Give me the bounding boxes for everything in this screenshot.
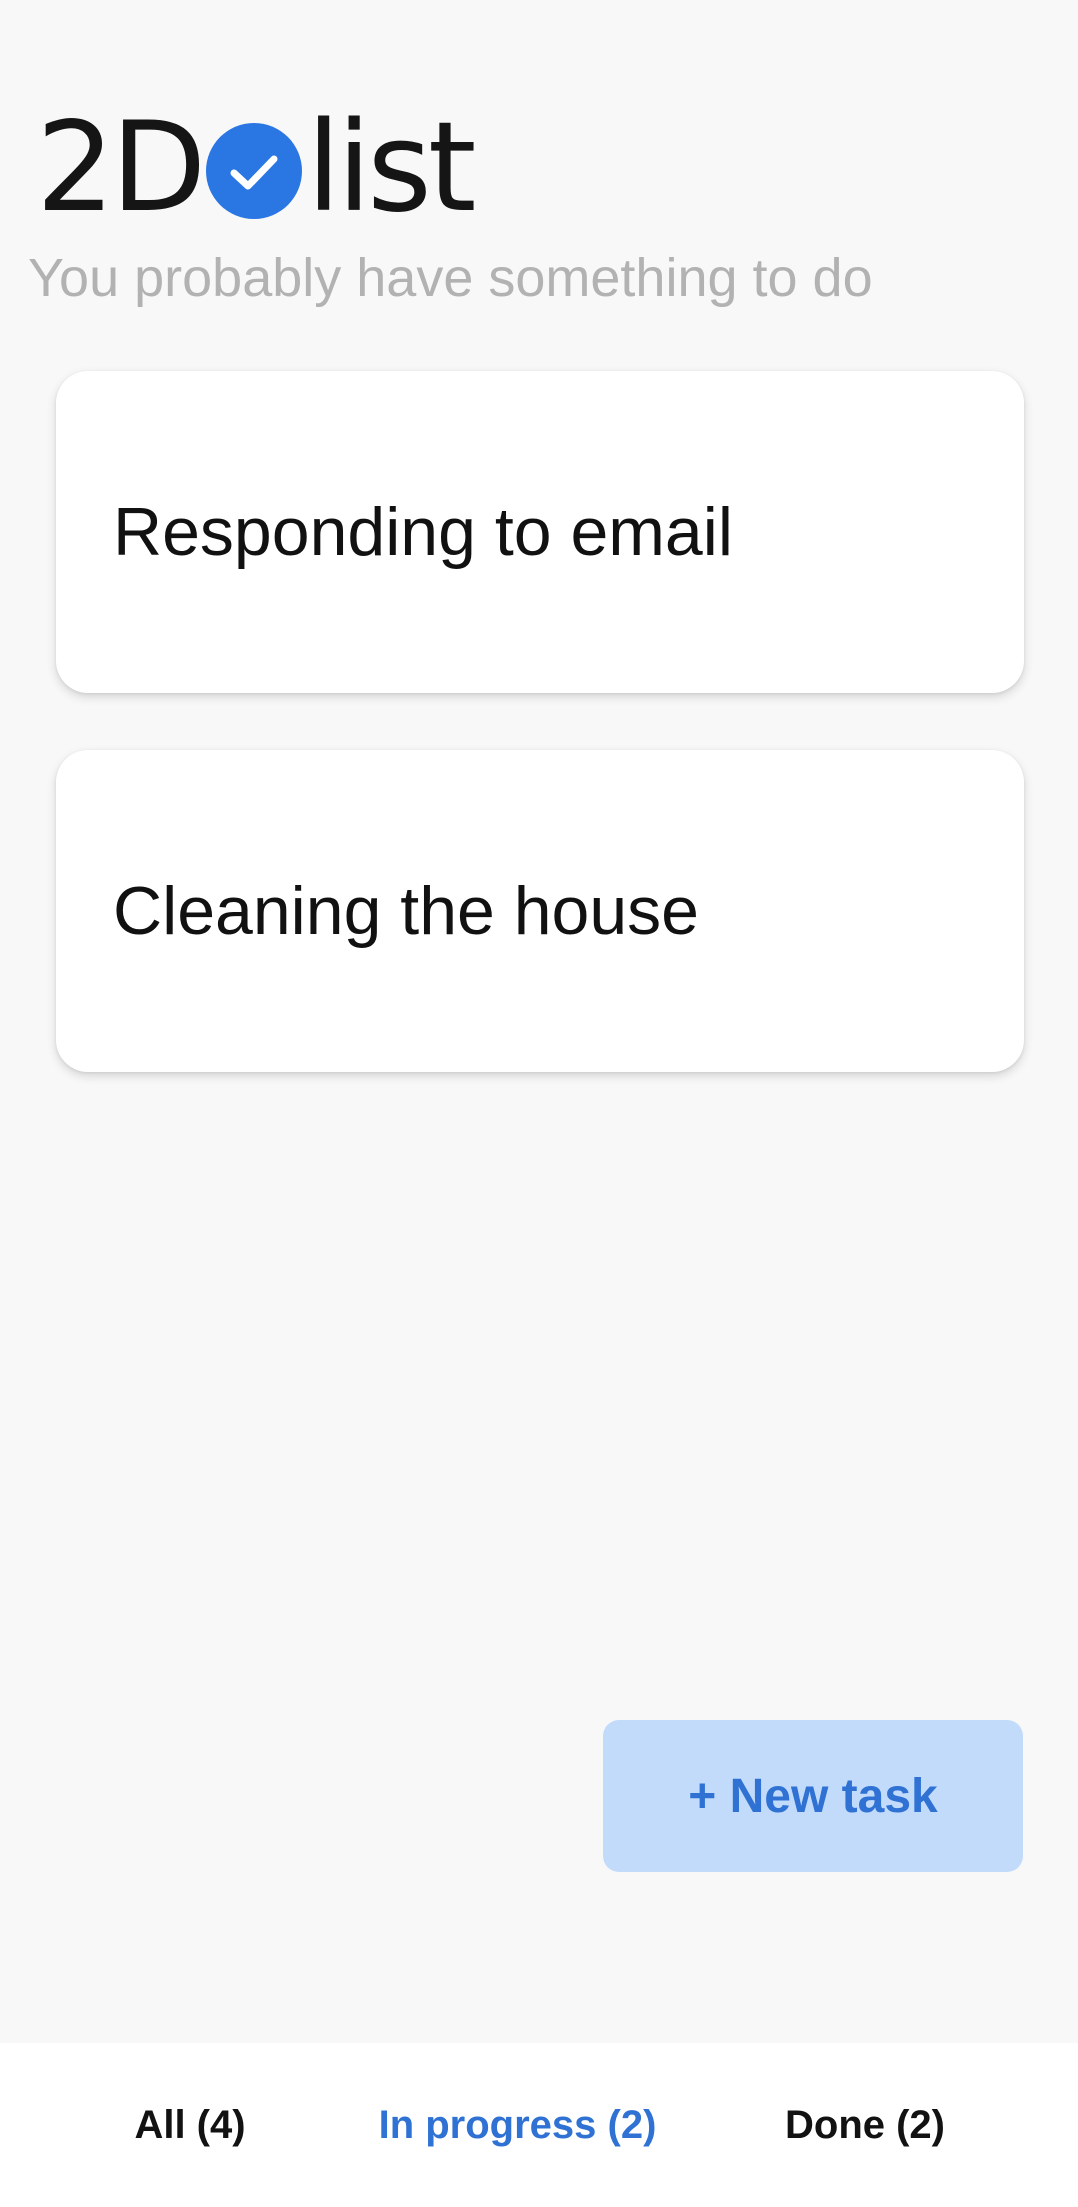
logo-text-left: 2D bbox=[36, 96, 206, 240]
task-title: Cleaning the house bbox=[113, 873, 700, 949]
bottom-tab-bar: All (4) In progress (2) Done (2) bbox=[0, 2043, 1078, 2207]
tab-done[interactable]: Done (2) bbox=[755, 2043, 975, 2207]
new-task-button[interactable]: + New task bbox=[603, 1720, 1023, 1872]
task-card[interactable]: Responding to email bbox=[56, 371, 1024, 693]
task-title: Responding to email bbox=[113, 494, 733, 570]
tab-all[interactable]: All (4) bbox=[90, 2043, 290, 2207]
check-icon bbox=[206, 123, 303, 219]
page-subtitle: You probably have something to do bbox=[28, 248, 873, 308]
task-card[interactable]: Cleaning the house bbox=[56, 750, 1024, 1072]
tab-in-progress[interactable]: In progress (2) bbox=[360, 2043, 675, 2207]
app-logo: 2D list bbox=[36, 96, 477, 240]
logo-text-right: list bbox=[306, 96, 476, 240]
